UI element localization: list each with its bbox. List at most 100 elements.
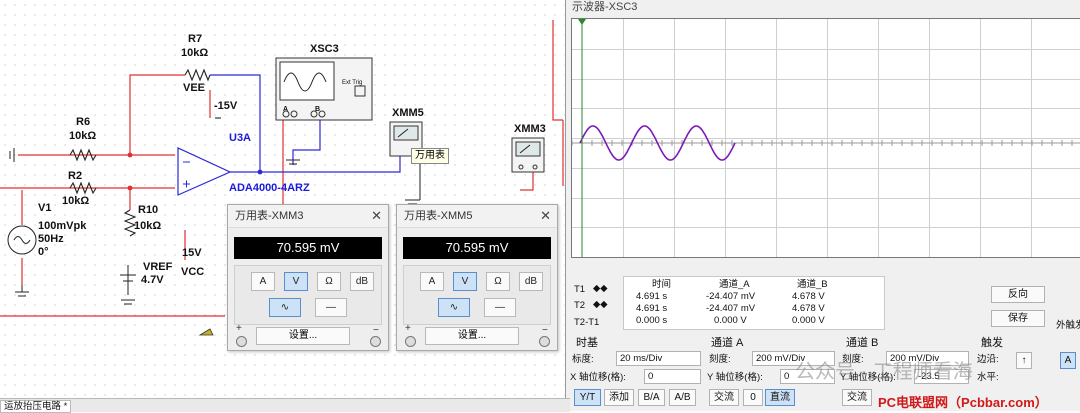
plus-terminal[interactable] (236, 336, 247, 347)
dc-line-icon: — (326, 302, 336, 313)
dc-mode-button[interactable]: — (484, 298, 516, 317)
yt-mode-button[interactable]: Y/T (574, 389, 601, 406)
cursor-readout-table: 时间 通道_A 通道_B 4.691 s -24.407 mV 4.678 V … (623, 276, 885, 330)
t1-time: 4.691 s (636, 291, 668, 302)
t1-channel-a: -24.407 mV (706, 291, 756, 302)
x-position-field[interactable]: 0 (644, 369, 701, 384)
close-icon[interactable]: ✕ (540, 205, 551, 227)
t2-channel-b: 4.678 V (792, 303, 825, 314)
meter-titlebar[interactable]: 万用表-XMM5 ✕ (397, 205, 557, 228)
sine-wave-icon: ∿ (280, 302, 290, 313)
t2-cursor-arrows-icon[interactable]: ◆◆ (593, 299, 608, 310)
trigger-a-button[interactable]: A (1060, 352, 1076, 369)
r10-label: R10 (138, 204, 159, 216)
xsc3-label: XSC3 (310, 43, 339, 55)
db-button[interactable]: dB (350, 272, 374, 291)
meter-controls: A V Ω dB ∿ — (234, 265, 382, 325)
t2-label: T2 (574, 300, 586, 311)
dc-line-icon: — (495, 302, 505, 313)
document-tab-bar: 运放抬压电路 * (0, 398, 570, 413)
timebase-scale-label: 标度: (572, 354, 594, 365)
t2-t1-label: T2-T1 (574, 317, 600, 328)
meter-title: 万用表-XMM5 (404, 210, 473, 222)
ba-mode-button[interactable]: B/A (638, 389, 665, 406)
ohmmeter-button[interactable]: Ω (317, 272, 341, 291)
ac-mode-button[interactable]: ∿ (438, 298, 470, 317)
vee-label: VEE (183, 82, 206, 94)
account-watermark: 公众号 · 工程师看海 (795, 361, 973, 383)
meter-controls: A V Ω dB ∿ — (403, 265, 551, 325)
settings-button[interactable]: 设置... (425, 327, 519, 345)
scope-screen[interactable] (571, 18, 1080, 258)
multimeter-tooltip: 万用表 (411, 148, 449, 164)
save-button[interactable]: 保存 (991, 310, 1045, 327)
channel-a-dc-button[interactable]: 直流 (765, 389, 795, 406)
v1-label: V1 (38, 202, 52, 214)
ext-trigger-label: 外触发 (1056, 320, 1080, 331)
oscilloscope-window[interactable]: 示波器-XSC3 T1 T2 T2-T1 ◆◆ ◆◆ 时间 通道_A 通道_B … (565, 0, 1080, 411)
timebase-header: 时基 (576, 337, 598, 349)
ac-mode-button[interactable]: ∿ (269, 298, 301, 317)
vcc-value: 15V (182, 247, 202, 259)
settings-button[interactable]: 设置... (256, 327, 350, 345)
t1-label: T1 (574, 284, 586, 295)
voltmeter-button[interactable]: V (453, 272, 477, 291)
vcc-label: VCC (181, 266, 205, 278)
voltmeter-button[interactable]: V (284, 272, 308, 291)
site-watermark: PC电联盟网（Pcbbar.com） (878, 395, 1048, 410)
ab-mode-button[interactable]: A/B (669, 389, 696, 406)
timebase-scale-field[interactable]: 20 ms/Div (616, 351, 701, 366)
vref-label: VREF (143, 261, 173, 273)
vee-value: -15V (214, 100, 238, 112)
t2-time: 4.691 s (636, 303, 668, 314)
r6-label: R6 (76, 116, 91, 128)
channel-b-ac-button[interactable]: 交流 (842, 389, 872, 406)
add-mode-button[interactable]: 添加 (604, 389, 634, 406)
scope-graticule (571, 19, 1080, 257)
delta-channel-b: 0.000 V (792, 315, 825, 326)
col-time: 时间 (652, 279, 672, 290)
r7-value: 10kΩ (181, 47, 209, 59)
ammeter-button[interactable]: A (420, 272, 444, 291)
meter-title: 万用表-XMM3 (235, 210, 304, 222)
t1-channel-b: 4.678 V (792, 291, 825, 302)
xsc3-a-label: A (283, 106, 289, 113)
v1-amplitude: 100mVpk (38, 220, 87, 232)
minus-terminal[interactable] (370, 336, 381, 347)
r6-value: 10kΩ (69, 130, 97, 142)
vref-value: 4.7V (141, 274, 164, 286)
close-icon[interactable]: ✕ (371, 205, 382, 227)
trigger-level-label: 水平: (977, 372, 999, 383)
reverse-button[interactable]: 反向 (991, 286, 1045, 303)
channel-a-zero-button[interactable]: 0 (743, 389, 763, 406)
xmm5-label: XMM5 (392, 107, 424, 119)
plus-terminal[interactable] (405, 336, 416, 347)
scope-title: 示波器-XSC3 (572, 1, 638, 13)
meter-titlebar[interactable]: 万用表-XMM3 ✕ (228, 205, 388, 228)
meter-reading: 70.595 mV (403, 237, 551, 259)
r2-value: 10kΩ (62, 195, 90, 207)
delta-time: 0.000 s (636, 315, 668, 326)
t1-cursor-arrows-icon[interactable]: ◆◆ (593, 283, 608, 294)
document-tab[interactable]: 运放抬压电路 * (0, 400, 72, 413)
minus-terminal-label: − (373, 325, 379, 336)
col-channel-a: 通道_A (719, 279, 750, 290)
dc-mode-button[interactable]: — (315, 298, 347, 317)
rising-edge-icon[interactable]: ↑ (1016, 352, 1032, 369)
channel-b-header: 通道 B (846, 337, 879, 349)
channel-a-ac-button[interactable]: 交流 (709, 389, 739, 406)
ohmmeter-button[interactable]: Ω (486, 272, 510, 291)
v1-phase: 0° (38, 246, 49, 258)
minus-terminal[interactable] (539, 336, 550, 347)
channel-a-scale-label: 刻度: (709, 354, 731, 365)
t2-channel-a: -24.407 mV (706, 303, 756, 314)
ammeter-button[interactable]: A (251, 272, 275, 291)
v1-frequency: 50Hz (38, 233, 64, 245)
trigger-edge-label: 边沿: (977, 354, 999, 365)
db-button[interactable]: dB (519, 272, 543, 291)
multimeter-window-xmm3[interactable]: 万用表-XMM3 ✕ 70.595 mV A V Ω dB ∿ — 设置... +… (227, 204, 389, 351)
multimeter-window-xmm5[interactable]: 万用表-XMM5 ✕ 70.595 mV A V Ω dB ∿ — 设置... +… (396, 204, 558, 351)
x-position-label: X 轴位移(格): (570, 372, 626, 383)
r10-value: 10kΩ (134, 220, 162, 232)
delta-channel-a: 0.000 V (714, 315, 747, 326)
